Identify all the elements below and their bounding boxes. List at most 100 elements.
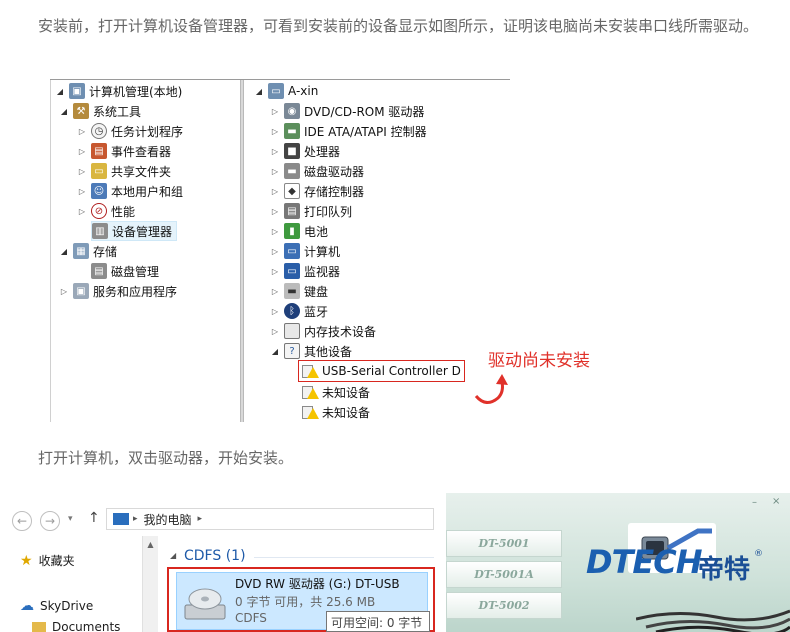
- drive-usage: 0 字节 可用，共 25.6 MB: [235, 595, 376, 609]
- tree-item-label: 服务和应用程序: [93, 284, 178, 299]
- warning-device-icon: [302, 384, 319, 400]
- expand-arrow-icon[interactable]: ▷: [270, 287, 280, 296]
- bluetooth-icon: ᛒ: [284, 303, 300, 319]
- tree-item-event-viewer[interactable]: ▷ ▤ 事件查看器: [77, 141, 171, 161]
- device-usb-serial-controller[interactable]: USB-Serial Controller D: [298, 360, 465, 382]
- expand-arrow-icon[interactable]: ▷: [270, 327, 280, 336]
- group-divider: [254, 557, 434, 558]
- device-category-bluetooth[interactable]: ▷ ᛒ 蓝牙: [270, 301, 328, 321]
- group-header[interactable]: CDFS (1): [184, 548, 246, 564]
- folder-icon: [32, 621, 46, 632]
- printer-icon: ▤: [284, 203, 300, 219]
- expand-arrow-icon[interactable]: ▷: [270, 127, 280, 136]
- tree-item-label: 共享文件夹: [111, 164, 172, 179]
- expand-arrow-icon[interactable]: ▷: [270, 107, 280, 116]
- device-category-print-queue[interactable]: ▷ ▤ 打印队列: [270, 201, 352, 221]
- computer-icon: ▭: [268, 83, 284, 99]
- forward-button[interactable]: →: [40, 511, 60, 531]
- dvd-icon: ◉: [284, 103, 300, 119]
- address-bar[interactable]: ▸ 我的电脑 ▸: [106, 508, 434, 530]
- device-category-ide[interactable]: ▷ ▬ IDE ATA/ATAPI 控制器: [270, 121, 427, 141]
- collapse-group-icon[interactable]: ◢: [170, 551, 176, 560]
- device-manager-icon: ▥: [92, 223, 108, 239]
- other-devices-icon: ?: [284, 343, 300, 359]
- storage-icon: ▦: [73, 243, 89, 259]
- expand-arrow-icon[interactable]: ▷: [77, 127, 87, 136]
- console-tree: ◢ ▣ 计算机管理(本地) ◢ ⚒ 系统工具 ▷ ◷ 任务计划程序 ▷ ▤ 事件…: [50, 80, 240, 422]
- tab-dt-5002[interactable]: DT-5002: [446, 592, 562, 619]
- tree-item-computer-management[interactable]: ◢ ▣ 计算机管理(本地): [55, 81, 182, 101]
- tree-item-label: 计算机管理(本地): [89, 84, 183, 99]
- tree-item-label: 性能: [111, 204, 136, 219]
- navigation-scrollbar[interactable]: ▲: [142, 536, 158, 632]
- collapse-arrow-icon[interactable]: ◢: [55, 87, 65, 96]
- collapse-arrow-icon[interactable]: ◢: [59, 247, 69, 256]
- device-label: USB-Serial Controller D: [322, 364, 461, 378]
- device-label: 电池: [304, 224, 329, 239]
- device-unknown-1[interactable]: 未知设备: [302, 382, 370, 402]
- monitor-icon: ▭: [284, 263, 300, 279]
- expand-arrow-icon[interactable]: ▷: [77, 147, 87, 156]
- expand-arrow-icon[interactable]: ▷: [270, 167, 280, 176]
- expand-arrow-icon[interactable]: ▷: [270, 307, 280, 316]
- device-category-monitor[interactable]: ▷ ▭ 监视器: [270, 261, 340, 281]
- tree-item-label: 事件查看器: [111, 144, 172, 159]
- tab-dt-5001[interactable]: DT-5001: [446, 530, 562, 557]
- device-category-battery[interactable]: ▷ ▮ 电池: [270, 221, 328, 241]
- tab-dt-5001a[interactable]: DT-5001A: [446, 561, 562, 588]
- tree-item-local-users[interactable]: ▷ ☺ 本地用户和组: [77, 181, 183, 201]
- nav-label: 收藏夹: [38, 554, 75, 568]
- up-button[interactable]: ↑: [88, 510, 100, 526]
- collapse-arrow-icon[interactable]: ◢: [59, 107, 69, 116]
- expand-arrow-icon[interactable]: ▷: [77, 207, 87, 216]
- expand-arrow-icon[interactable]: ▷: [77, 187, 87, 196]
- device-category-computer[interactable]: ▷ ▭ 计算机: [270, 241, 340, 261]
- recent-locations-icon[interactable]: ▾: [68, 514, 73, 524]
- device-label: 未知设备: [322, 385, 371, 400]
- scroll-up-icon[interactable]: ▲: [143, 540, 158, 549]
- close-button[interactable]: ×: [772, 496, 782, 507]
- device-category-other[interactable]: ◢ ? 其他设备: [270, 341, 352, 361]
- device-unknown-2[interactable]: 未知设备: [302, 402, 370, 422]
- collapse-arrow-icon[interactable]: ◢: [270, 347, 280, 356]
- device-category-dvd[interactable]: ▷ ◉ DVD/CD-ROM 驱动器: [270, 101, 424, 121]
- tree-item-services-apps[interactable]: ▷ ▣ 服务和应用程序: [59, 281, 177, 301]
- nav-documents[interactable]: Documents: [32, 620, 120, 632]
- tree-item-storage[interactable]: ◢ ▦ 存储: [59, 241, 117, 261]
- device-label: 处理器: [304, 144, 341, 159]
- collapse-arrow-icon[interactable]: ◢: [254, 87, 264, 96]
- users-icon: ☺: [91, 183, 107, 199]
- breadcrumb-location[interactable]: 我的电脑: [144, 511, 192, 528]
- device-tree: ◢ ▭ A-xin ▷ ◉ DVD/CD-ROM 驱动器 ▷ ▬ IDE ATA…: [244, 80, 510, 422]
- cable-bundle-image: [636, 609, 790, 632]
- expand-arrow-icon[interactable]: ▷: [270, 247, 280, 256]
- shared-folder-icon: ▭: [91, 163, 107, 179]
- device-category-storage-controller[interactable]: ▷ ◆ 存储控制器: [270, 181, 364, 201]
- expand-arrow-icon[interactable]: ▷: [59, 287, 69, 296]
- tree-item-disk-management[interactable]: ▤ 磁盘管理: [91, 261, 159, 281]
- expand-arrow-icon[interactable]: ▷: [270, 227, 280, 236]
- clock-icon: ◷: [91, 123, 107, 139]
- expand-arrow-icon[interactable]: ▷: [270, 147, 280, 156]
- tree-item-task-scheduler[interactable]: ▷ ◷ 任务计划程序: [77, 121, 183, 141]
- device-category-processor[interactable]: ▷ ■ 处理器: [270, 141, 340, 161]
- device-label: 键盘: [304, 284, 329, 299]
- expand-arrow-icon[interactable]: ▷: [270, 207, 280, 216]
- expand-arrow-icon[interactable]: ▷: [270, 187, 280, 196]
- tree-item-shared-folders[interactable]: ▷ ▭ 共享文件夹: [77, 161, 171, 181]
- device-category-keyboard[interactable]: ▷ ▬ 键盘: [270, 281, 328, 301]
- device-root-computer[interactable]: ◢ ▭ A-xin: [254, 81, 318, 101]
- minimize-button[interactable]: –: [752, 497, 762, 508]
- nav-skydrive[interactable]: ☁ SkyDrive: [20, 598, 93, 614]
- device-label: 其他设备: [304, 344, 353, 359]
- expand-arrow-icon[interactable]: ▷: [77, 167, 87, 176]
- tree-item-label: 任务计划程序: [111, 124, 184, 139]
- expand-arrow-icon[interactable]: ▷: [270, 267, 280, 276]
- device-category-disk[interactable]: ▷ ▬ 磁盘驱动器: [270, 161, 364, 181]
- device-category-memory[interactable]: ▷ 内存技术设备: [270, 321, 376, 341]
- tree-item-system-tools[interactable]: ◢ ⚒ 系统工具: [59, 101, 141, 121]
- back-button[interactable]: ←: [12, 511, 32, 531]
- nav-favorites[interactable]: ★ 收藏夹: [20, 552, 75, 569]
- tree-item-performance[interactable]: ▷ ⊘ 性能: [77, 201, 135, 221]
- tree-item-device-manager[interactable]: ▥ 设备管理器: [91, 221, 178, 241]
